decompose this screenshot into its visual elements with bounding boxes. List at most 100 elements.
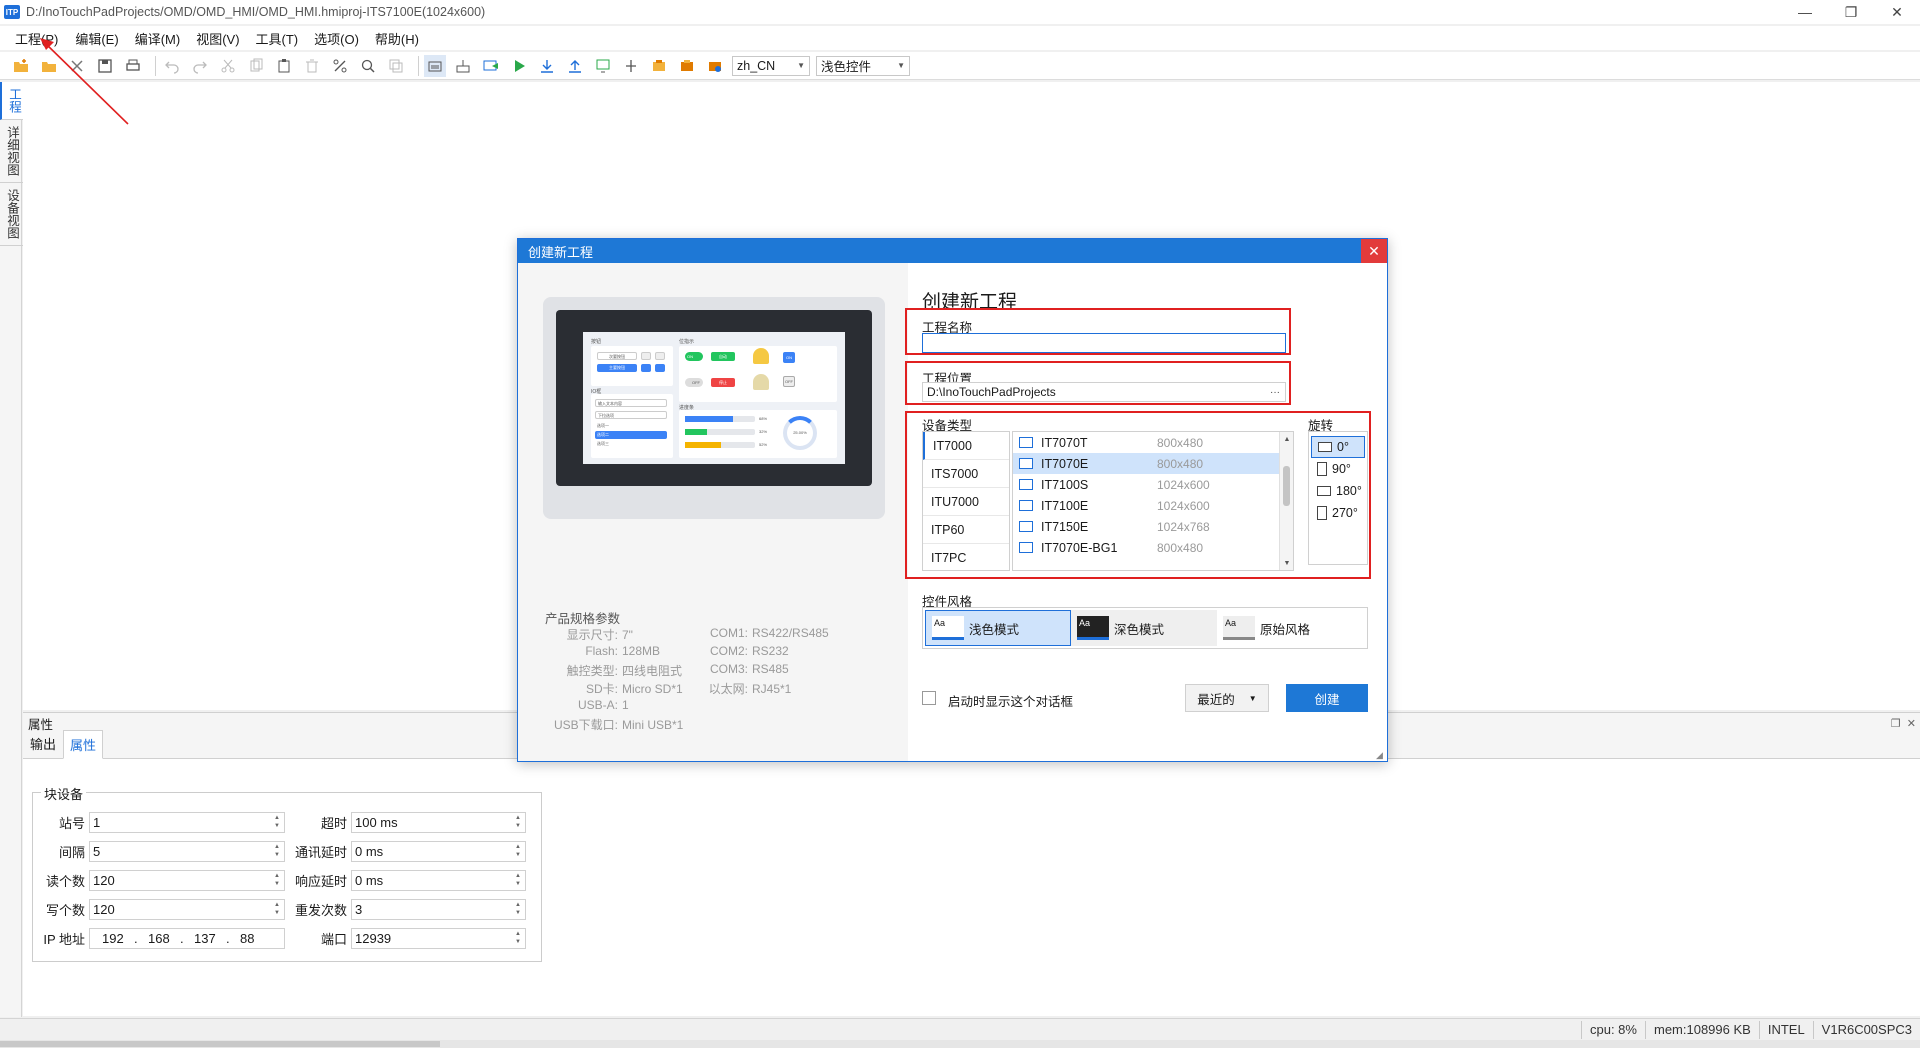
scrollbar-thumb[interactable] [0,1041,440,1047]
tab-detail-view[interactable]: 详细视图 [0,120,25,183]
style-light-option[interactable]: Aa 浅色模式 [925,610,1071,646]
rotation-item[interactable]: 180° [1311,480,1365,502]
spinner-arrows-icon[interactable]: ▲ ▼ [274,872,284,888]
style-classic-option[interactable]: Aa 原始风格 [1217,610,1363,646]
series-item[interactable]: ITU7000 [923,488,1009,516]
model-item[interactable]: IT7100S 1024x600 [1013,474,1293,495]
menu-help[interactable]: 帮助(H) [367,27,427,50]
menu-project[interactable]: 工程(P) [6,26,67,51]
run-icon[interactable] [508,55,530,77]
ip-octet-2[interactable]: 168 [148,931,180,946]
ip-octet-4[interactable]: 88 [240,931,270,946]
delete-icon[interactable] [301,55,323,77]
ip-octet-1[interactable]: 192 [102,931,134,946]
model-item[interactable]: IT7070E-BG1 800x480 [1013,537,1293,558]
tab-properties[interactable]: 属性 [63,730,104,759]
package-icon[interactable] [676,55,698,77]
series-item[interactable]: ITS7000 [923,460,1009,488]
rotation-item[interactable]: 90° [1311,458,1365,480]
series-item[interactable]: ITP60 [923,516,1009,544]
timeout-input[interactable]: 100 ms ▲ ▼ [351,811,526,833]
minimize-button[interactable]: — [1782,0,1828,24]
tab-device-view[interactable]: 设备视图 [0,183,25,246]
cut-icon[interactable] [217,55,239,77]
rotation-item[interactable]: 0° [1311,436,1365,458]
save-icon[interactable] [94,55,116,77]
model-item[interactable]: IT7100E 1024x600 [1013,495,1293,516]
float-panel-icon[interactable]: ❐ [1891,717,1901,730]
comm-delay-input[interactable]: 0 ms ▲ ▼ [351,840,526,862]
open-folder-icon[interactable] [38,55,60,77]
model-item[interactable]: IT7150E 1024x768 [1013,516,1293,537]
dialog-form-pane: 创建新工程 工程名称 工程位置 D:\InoTouchPadProjects ·… [905,263,1388,761]
write-count-input[interactable]: 120 ▲ ▼ [89,898,285,920]
settings-package-icon[interactable] [704,55,726,77]
create-button[interactable]: 创建 [1286,684,1368,712]
compile-icon[interactable] [424,54,446,77]
spinner-arrows-icon[interactable]: ▲ ▼ [274,843,284,859]
restore-button[interactable]: ❐ [1828,0,1874,24]
menu-compile[interactable]: 编译(M) [127,27,189,50]
transfer-icon[interactable] [620,55,642,77]
language-select[interactable]: zh_CN ▼ [732,55,810,76]
ip-address-input[interactable]: 192. 168. 137. 88 [89,927,285,949]
station-input[interactable]: 1 ▲ ▼ [89,811,285,833]
theme-select[interactable]: 浅色控件 ▼ [816,55,910,76]
spinner-arrows-icon[interactable]: ▲ ▼ [515,930,525,946]
style-dark-option[interactable]: Aa 深色模式 [1071,610,1217,646]
browse-button[interactable]: ··· [1267,384,1283,400]
model-item[interactable]: IT7070T 800x480 [1013,432,1293,453]
tab-output[interactable]: 输出 [23,729,63,758]
spinner-arrows-icon[interactable]: ▲ ▼ [515,814,525,830]
dialog-title: 创建新工程 [528,244,594,260]
spinner-arrows-icon[interactable]: ▲ ▼ [274,814,284,830]
resize-grip-icon[interactable]: ◢ [1376,750,1386,760]
scrollbar-thumb[interactable] [1283,466,1290,506]
duplicate-icon[interactable] [385,55,407,77]
port-input[interactable]: 12939 ▲ ▼ [351,927,526,949]
retry-input[interactable]: 3 ▲ ▼ [351,898,526,920]
download-icon[interactable] [536,55,558,77]
dialog-close-button[interactable]: ✕ [1361,239,1387,263]
new-project-icon[interactable] [10,55,32,77]
monitor-icon[interactable] [592,55,614,77]
close-window-button[interactable]: ✕ [1874,0,1920,24]
ip-octet-3[interactable]: 137 [194,931,226,946]
simulate-icon[interactable] [480,55,502,77]
close-project-icon[interactable] [66,55,88,77]
paste-icon[interactable] [273,55,295,77]
series-item[interactable]: IT7000 [923,432,1009,460]
project-name-input[interactable] [922,333,1286,353]
scroll-up-icon[interactable]: ▲ [1280,432,1293,446]
redo-icon[interactable] [189,55,211,77]
print-icon[interactable] [122,55,144,77]
spinner-arrows-icon[interactable]: ▲ ▼ [515,872,525,888]
show-on-start-checkbox[interactable] [922,691,936,705]
spinner-arrows-icon[interactable]: ▲ ▼ [515,901,525,917]
upload-icon[interactable] [564,55,586,77]
spinner-arrows-icon[interactable]: ▲ ▼ [515,843,525,859]
undo-icon[interactable] [161,55,183,77]
search-icon[interactable] [357,55,379,77]
close-panel-icon[interactable]: ✕ [1907,717,1916,730]
model-list-scrollbar[interactable]: ▲ ▼ [1279,432,1293,570]
replace-icon[interactable] [329,55,351,77]
recent-dropdown[interactable]: 最近的 ▼ [1185,684,1269,712]
model-item[interactable]: IT7070E 800x480 [1013,453,1293,474]
scroll-down-icon[interactable]: ▼ [1280,556,1293,570]
read-count-input[interactable]: 120 ▲ ▼ [89,869,285,891]
menu-view[interactable]: 视图(V) [188,27,247,50]
rotation-item[interactable]: 270° [1311,502,1365,524]
copy-icon[interactable] [245,55,267,77]
library-icon[interactable] [648,55,670,77]
build-icon[interactable] [452,55,474,77]
menu-options[interactable]: 选项(O) [306,27,367,50]
menu-edit[interactable]: 编辑(E) [67,27,126,50]
spinner-arrows-icon[interactable]: ▲ ▼ [274,901,284,917]
resp-delay-input[interactable]: 0 ms ▲ ▼ [351,869,526,891]
menu-tools[interactable]: 工具(T) [248,27,307,50]
project-location-input[interactable]: D:\InoTouchPadProjects ··· [922,382,1286,402]
series-item[interactable]: IT7PC [923,544,1009,570]
interval-input[interactable]: 5 ▲ ▼ [89,840,285,862]
horizontal-scrollbar[interactable] [0,1040,1920,1048]
